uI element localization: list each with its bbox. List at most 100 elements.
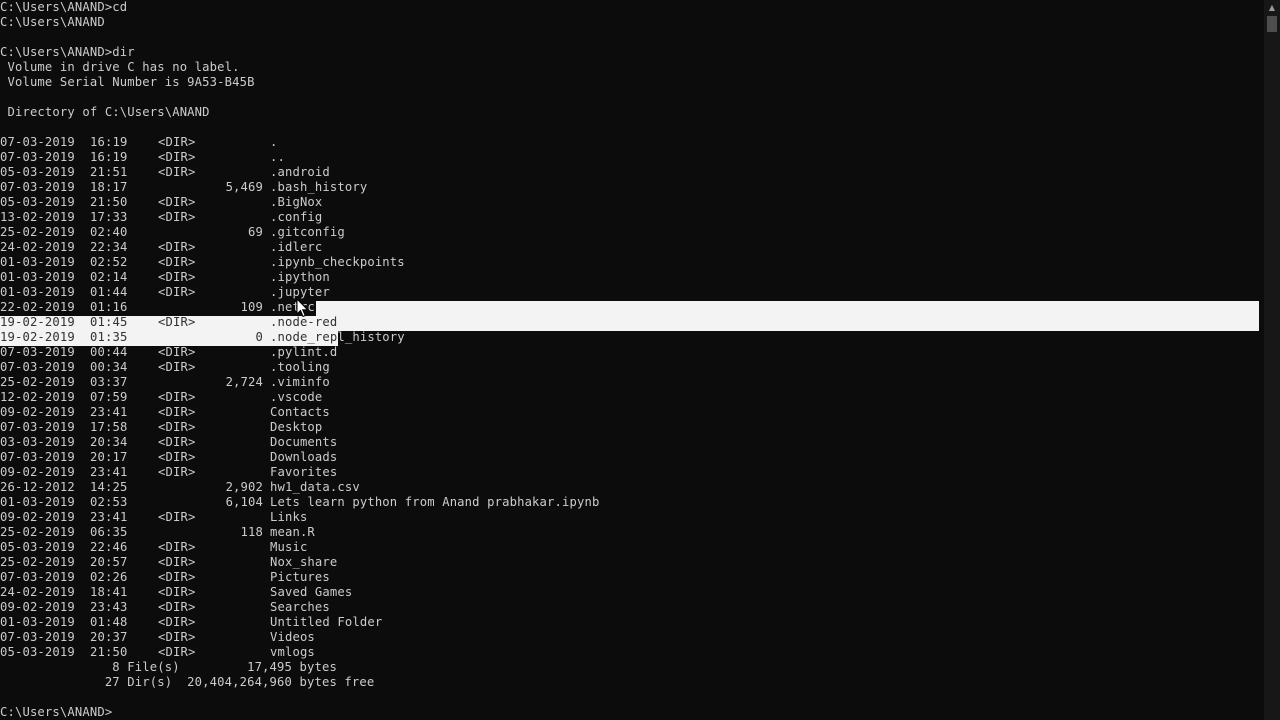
entry-dir-tag: <DIR> [158, 465, 196, 479]
entry-dir-tag: <DIR> [158, 390, 196, 404]
entry-date: 05-03-2019 [0, 165, 75, 179]
entry-date: 07-03-2019 [0, 420, 75, 434]
entry-name: vmlogs [270, 645, 315, 659]
entry-name: Lets learn python from Anand prabhakar.i… [270, 495, 600, 509]
console-output[interactable]: C:\Users\ANAND>cd C:\Users\ANAND C:\Users\… [0, 0, 1264, 720]
entry-dir-tag: <DIR> [158, 285, 196, 299]
entry-time: 01:35 [90, 330, 128, 344]
entry-size: 2,724 [225, 375, 263, 389]
entry-name: .node_repl_history [270, 330, 405, 344]
entry-dir-tag: <DIR> [158, 360, 196, 374]
entry-date: 12-02-2019 [0, 390, 75, 404]
entry-name: .BigNox [270, 195, 323, 209]
entry-size: 6,104 [225, 495, 263, 509]
entry-date: 25-02-2019 [0, 525, 75, 539]
entry-time: 20:37 [90, 630, 128, 644]
entry-date: 07-03-2019 [0, 360, 75, 374]
entry-size: 109 [240, 300, 263, 314]
entry-time: 23:43 [90, 600, 128, 614]
entry-time: 22:34 [90, 240, 128, 254]
entry-time: 02:52 [90, 255, 128, 269]
entry-name: . [270, 135, 278, 149]
entry-name: Videos [270, 630, 315, 644]
entry-dir-tag: <DIR> [158, 540, 196, 554]
entry-time: 20:17 [90, 450, 128, 464]
entry-size: 69 [248, 225, 263, 239]
entry-date: 01-03-2019 [0, 270, 75, 284]
entry-size: 5,469 [225, 180, 263, 194]
entry-time: 14:25 [90, 480, 128, 494]
command-prompt: C:\Users\ANAND> [0, 705, 113, 719]
entry-date: 07-03-2019 [0, 630, 75, 644]
entry-date: 22-02-2019 [0, 300, 75, 314]
entry-name: Untitled Folder [270, 615, 383, 629]
entry-time: 01:44 [90, 285, 128, 299]
entry-name: .idlerc [270, 240, 323, 254]
entry-time: 01:48 [90, 615, 128, 629]
entry-dir-tag: <DIR> [158, 315, 196, 329]
entry-time: 21:51 [90, 165, 128, 179]
entry-time: 17:33 [90, 210, 128, 224]
entry-dir-tag: <DIR> [158, 420, 196, 434]
entry-name: .bash_history [270, 180, 368, 194]
entry-date: 05-03-2019 [0, 195, 75, 209]
entry-time: 23:41 [90, 510, 128, 524]
console-line: C:\Users\ANAND [0, 15, 105, 29]
entry-date: 24-02-2019 [0, 240, 75, 254]
entry-time: 02:26 [90, 570, 128, 584]
entry-date: 01-03-2019 [0, 615, 75, 629]
entry-date: 09-02-2019 [0, 510, 75, 524]
entry-name: .config [270, 210, 323, 224]
entry-date: 13-02-2019 [0, 210, 75, 224]
entry-name: Saved Games [270, 585, 353, 599]
entry-name: Pictures [270, 570, 330, 584]
entry-time: 01:16 [90, 300, 128, 314]
entry-dir-tag: <DIR> [158, 150, 196, 164]
entry-date: 01-03-2019 [0, 285, 75, 299]
entry-dir-tag: <DIR> [158, 630, 196, 644]
entry-date: 09-02-2019 [0, 465, 75, 479]
summary-files: 8 File(s) 17,495 bytes [0, 660, 337, 674]
console-line: C:\Users\ANAND>cd [0, 0, 128, 14]
entry-size: 118 [240, 525, 263, 539]
entry-time: 23:41 [90, 405, 128, 419]
entry-name: Desktop [270, 420, 323, 434]
console-line: Volume Serial Number is 9A53-B45B [0, 75, 255, 89]
entry-name: Nox_share [270, 555, 338, 569]
console-line: Volume in drive C has no label. [0, 60, 240, 74]
entry-time: 18:17 [90, 180, 128, 194]
entry-dir-tag: <DIR> [158, 240, 196, 254]
entry-date: 07-03-2019 [0, 150, 75, 164]
vertical-scrollbar[interactable]: ▲ [1264, 0, 1280, 720]
entry-date: 07-03-2019 [0, 345, 75, 359]
entry-time: 00:44 [90, 345, 128, 359]
entry-time: 21:50 [90, 645, 128, 659]
entry-name: Searches [270, 600, 330, 614]
entry-dir-tag: <DIR> [158, 195, 196, 209]
entry-name: .ipynb_checkpoints [270, 255, 405, 269]
entry-dir-tag: <DIR> [158, 450, 196, 464]
entry-time: 22:46 [90, 540, 128, 554]
entry-date: 19-02-2019 [0, 315, 75, 329]
entry-date: 19-02-2019 [0, 330, 75, 344]
entry-date: 01-03-2019 [0, 495, 75, 509]
entry-name: Music [270, 540, 308, 554]
entry-time: 16:19 [90, 150, 128, 164]
entry-name: .gitconfig [270, 225, 345, 239]
scroll-up-arrow-icon[interactable]: ▲ [1264, 0, 1280, 16]
entry-dir-tag: <DIR> [158, 405, 196, 419]
entry-date: 03-03-2019 [0, 435, 75, 449]
entry-name: Favorites [270, 465, 338, 479]
scrollbar-thumb[interactable] [1267, 16, 1277, 32]
entry-date: 09-02-2019 [0, 405, 75, 419]
entry-dir-tag: <DIR> [158, 585, 196, 599]
entry-size: 2,902 [225, 480, 263, 494]
entry-name: Links [270, 510, 308, 524]
console-line: C:\Users\ANAND>dir [0, 45, 135, 59]
entry-name: .android [270, 165, 330, 179]
entry-dir-tag: <DIR> [158, 555, 196, 569]
entry-date: 07-03-2019 [0, 570, 75, 584]
entry-name: Contacts [270, 405, 330, 419]
entry-name: hw1_data.csv [270, 480, 360, 494]
entry-dir-tag: <DIR> [158, 435, 196, 449]
